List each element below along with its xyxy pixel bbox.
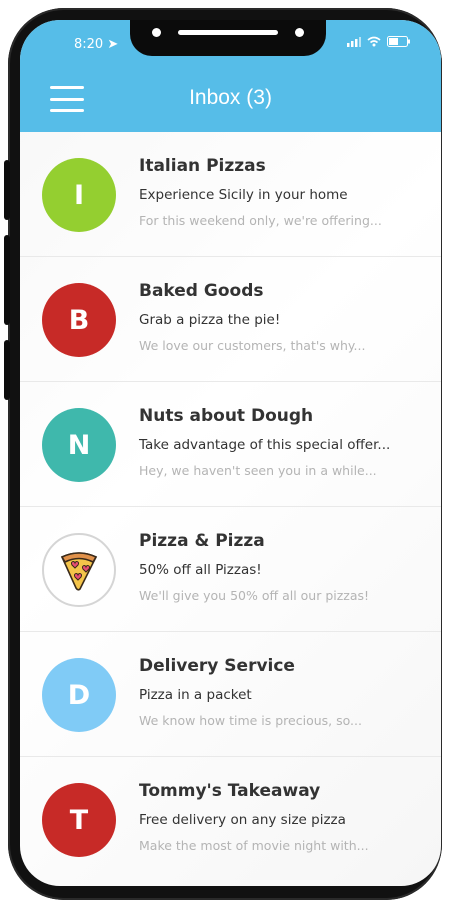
message-subject: Pizza in a packet	[139, 687, 252, 703]
list-item[interactable]: B Baked Goods Grab a pizza the pie! We l…	[20, 257, 441, 382]
status-icons	[347, 36, 411, 47]
message-subject: Experience Sicily in your home	[139, 187, 348, 203]
phone-notch	[130, 20, 326, 56]
message-preview: We love our customers, that's why...	[139, 338, 366, 353]
wifi-icon	[367, 36, 381, 47]
message-preview: We'll give you 50% off all our pizzas!	[139, 588, 370, 603]
sender-name: Tommy's Takeaway	[139, 781, 321, 801]
battery-icon	[387, 36, 410, 47]
message-subject: Take advantage of this special offer...	[139, 437, 391, 453]
sender-name: Pizza & Pizza	[139, 531, 265, 551]
avatar: I	[42, 158, 116, 232]
sender-name: Nuts about Dough	[139, 406, 314, 426]
side-button	[4, 340, 10, 400]
avatar	[42, 533, 116, 607]
pizza-slice-icon	[60, 552, 98, 591]
list-item[interactable]: T Tommy's Takeaway Free delivery on any …	[20, 757, 441, 881]
message-preview: Hey, we haven't seen you in a while...	[139, 463, 377, 478]
list-item[interactable]: N Nuts about Dough Take advantage of thi…	[20, 382, 441, 507]
side-button	[4, 235, 10, 325]
avatar: B	[42, 283, 116, 357]
page-title: Inbox (3)	[189, 86, 272, 109]
status-time: 8:20 ➤	[74, 37, 119, 52]
avatar: N	[42, 408, 116, 482]
sender-name: Italian Pizzas	[139, 156, 266, 176]
message-subject: Grab a pizza the pie!	[139, 312, 281, 328]
message-subject: 50% off all Pizzas!	[139, 562, 262, 578]
sender-name: Delivery Service	[139, 656, 295, 676]
message-preview: For this weekend only, we're offering...	[139, 213, 382, 228]
avatar: D	[42, 658, 116, 732]
message-subject: Free delivery on any size pizza	[139, 812, 346, 828]
avatar: T	[42, 783, 116, 857]
signal-icon	[347, 36, 361, 47]
location-arrow-icon: ➤	[107, 37, 119, 52]
message-list: I Italian Pizzas Experience Sicily in yo…	[20, 132, 441, 881]
sender-name: Baked Goods	[139, 281, 264, 301]
side-button	[4, 160, 10, 220]
list-item[interactable]: I Italian Pizzas Experience Sicily in yo…	[20, 132, 441, 257]
message-preview: Make the most of movie night with...	[139, 838, 369, 853]
screen: 8:20 ➤ Inbox (3) I Italian Pizzas Experi…	[20, 20, 441, 886]
list-item[interactable]: Pizza & Pizza 50% off all Pizzas! We'll …	[20, 507, 441, 632]
message-preview: We know how time is precious, so...	[139, 713, 362, 728]
list-item[interactable]: D Delivery Service Pizza in a packet We …	[20, 632, 441, 757]
